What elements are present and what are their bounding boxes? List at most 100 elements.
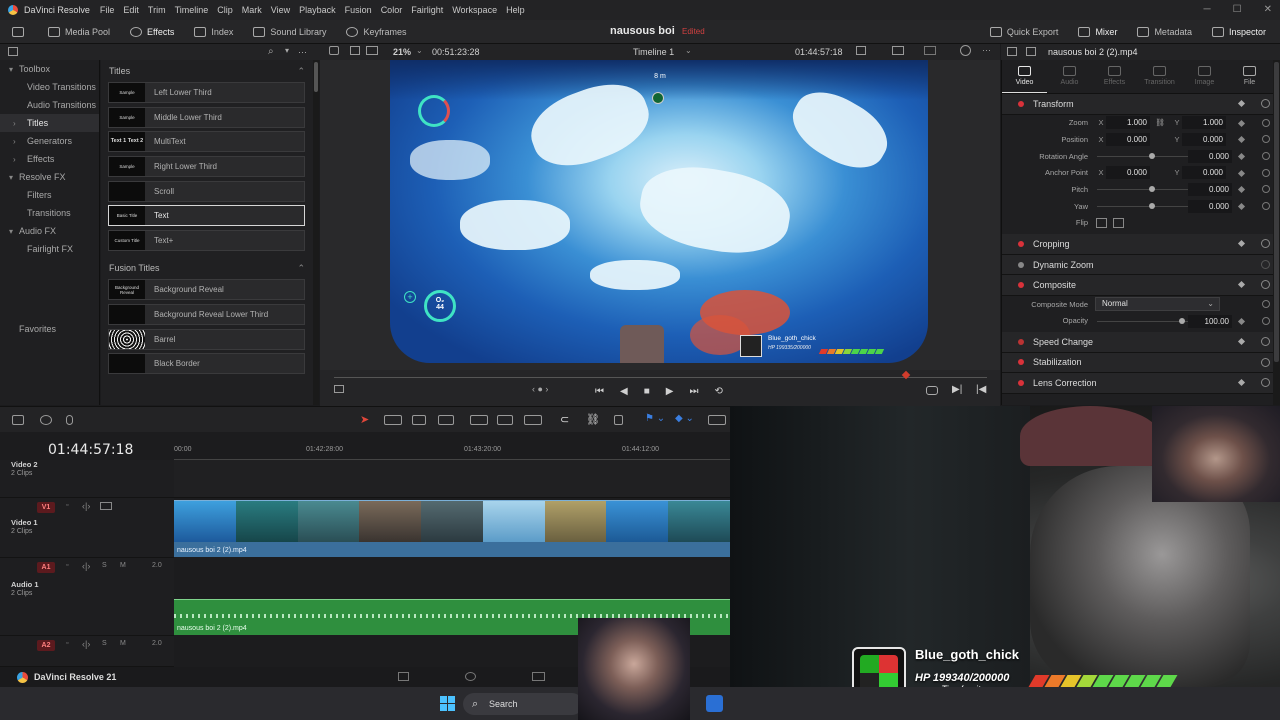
- auto-select-icon[interactable]: ‹|›: [82, 639, 90, 649]
- tab-effects[interactable]: Effects: [1092, 60, 1137, 93]
- reset-icon[interactable]: [1262, 201, 1270, 210]
- fx-item-right-lower-third[interactable]: Sample Right Lower Third: [108, 156, 305, 178]
- composite-section[interactable]: Composite: [1002, 275, 1280, 296]
- chevron-down-icon[interactable]: ⌄: [416, 46, 423, 55]
- menu-color[interactable]: Color: [381, 5, 403, 15]
- tree-item-filters[interactable]: Filters: [0, 186, 99, 204]
- taskbar-search[interactable]: ⌕ Search: [463, 693, 583, 715]
- reset-icon[interactable]: [1262, 299, 1270, 308]
- lens-correction-section[interactable]: Lens Correction: [1002, 373, 1280, 394]
- fx-item-barrel[interactable]: Barrel: [108, 328, 305, 350]
- search-icon[interactable]: ⌕: [268, 46, 274, 57]
- tab-image[interactable]: Image: [1182, 60, 1227, 93]
- keyframe-icon[interactable]: [1237, 186, 1246, 194]
- dynamic-zoom-section[interactable]: Dynamic Zoom: [1002, 254, 1280, 276]
- position-y-field[interactable]: 0.000: [1182, 133, 1226, 147]
- inspector-scrollbar[interactable]: [1273, 60, 1280, 405]
- tab-video[interactable]: Video: [1002, 60, 1047, 93]
- fusion-titles-section-header[interactable]: Fusion Titles ⌃: [101, 257, 313, 279]
- zoom-timeline-icon[interactable]: [708, 415, 726, 425]
- fx-item-text[interactable]: Basic Title Text: [108, 205, 305, 227]
- cropping-section[interactable]: Cropping: [1002, 234, 1280, 255]
- insert-clip-icon[interactable]: [470, 415, 488, 425]
- reset-icon[interactable]: [1261, 99, 1270, 108]
- track-lane-video-2[interactable]: [174, 460, 730, 498]
- fx-item-left-lower-third[interactable]: Sample Left Lower Third: [108, 82, 305, 103]
- flag-icon[interactable]: ⚑ ⌄: [645, 413, 665, 424]
- timeline-view-icon[interactable]: [12, 415, 24, 425]
- slider-knob[interactable]: [1179, 317, 1185, 324]
- tree-item-effects[interactable]: › Effects: [0, 150, 99, 168]
- reset-icon[interactable]: [1262, 151, 1270, 160]
- enable-toggle-icon[interactable]: [1018, 261, 1024, 268]
- solo-button[interactable]: S: [102, 562, 107, 569]
- zoom-x-field[interactable]: 1.000: [1106, 116, 1150, 130]
- track-level[interactable]: 2.0: [152, 562, 162, 569]
- tree-item-fairlight-fx[interactable]: Fairlight FX: [0, 240, 99, 258]
- keyframe-icon[interactable]: [1237, 240, 1246, 248]
- keyframe-icon[interactable]: [1237, 152, 1246, 160]
- tree-item-generators[interactable]: › Generators: [0, 132, 99, 150]
- tree-item-transitions[interactable]: Transitions: [0, 204, 99, 222]
- match-frame-icon[interactable]: [926, 386, 938, 395]
- tree-item-titles[interactable]: › Titles: [0, 114, 99, 132]
- reset-icon[interactable]: [1261, 259, 1270, 269]
- trim-tool-icon[interactable]: [384, 415, 402, 425]
- panel-toggle-button[interactable]: [0, 20, 38, 44]
- keyframes-button[interactable]: Keyframes: [336, 20, 416, 44]
- track-badge-a1[interactable]: A1: [37, 562, 55, 573]
- anchor-y-field[interactable]: 0.000: [1182, 166, 1226, 180]
- keyframe-icon[interactable]: [1237, 136, 1246, 144]
- transform-overlay-icon[interactable]: [924, 46, 936, 55]
- menu-view[interactable]: View: [271, 5, 290, 15]
- chevron-down-icon[interactable]: ▾: [285, 46, 289, 55]
- menu-edit[interactable]: Edit: [123, 5, 139, 15]
- tab-transition[interactable]: Transition: [1137, 60, 1182, 93]
- slider-knob[interactable]: [1149, 152, 1155, 159]
- lock-icon[interactable]: ▫: [66, 562, 68, 569]
- favorites-header[interactable]: Favorites: [19, 324, 56, 334]
- marker-icon[interactable]: [40, 415, 52, 425]
- keyframe-icon[interactable]: [1237, 379, 1246, 387]
- reset-icon[interactable]: [1262, 185, 1270, 194]
- menu-fairlight[interactable]: Fairlight: [411, 5, 443, 15]
- lock-icon[interactable]: ▫: [66, 502, 68, 509]
- replace-clip-icon[interactable]: [524, 415, 542, 425]
- tree-item-audio-fx[interactable]: ▾ Audio FX: [0, 222, 99, 240]
- auto-select-icon[interactable]: ‹|›: [82, 561, 90, 571]
- metadata-button[interactable]: Metadata: [1127, 20, 1202, 44]
- transform-section[interactable]: Transform: [1002, 94, 1280, 115]
- viewer-layout-icon[interactable]: [329, 46, 339, 55]
- menu-file[interactable]: File: [100, 5, 115, 15]
- loop-icon[interactable]: ⟲: [714, 386, 722, 397]
- opacity-field[interactable]: 100.00: [1188, 314, 1232, 328]
- dynamic-trim-icon[interactable]: [412, 415, 426, 425]
- reset-icon[interactable]: [1262, 168, 1270, 177]
- inspector-button[interactable]: Inspector: [1202, 20, 1280, 44]
- play-icon[interactable]: ▶: [666, 386, 674, 397]
- reset-icon[interactable]: [1261, 280, 1270, 290]
- blade-tool-icon[interactable]: [438, 415, 454, 425]
- tree-item-audio-transitions[interactable]: Audio Transitions: [0, 96, 99, 114]
- index-button[interactable]: Index: [184, 20, 243, 44]
- fx-item-black-border[interactable]: Black Border: [108, 353, 305, 375]
- menu-clip[interactable]: Clip: [217, 5, 233, 15]
- play-reverse-icon[interactable]: ◀: [620, 386, 628, 397]
- speed-change-section[interactable]: Speed Change: [1002, 332, 1280, 353]
- fx-toggle-icon[interactable]: [960, 45, 971, 56]
- windows-start-icon[interactable]: [440, 696, 455, 711]
- quick-export-button[interactable]: Quick Export: [980, 20, 1069, 44]
- stabilization-section[interactable]: Stabilization: [1002, 352, 1280, 374]
- enable-toggle-icon[interactable]: [1018, 100, 1024, 107]
- reset-icon[interactable]: [1262, 118, 1270, 127]
- menu-playback[interactable]: Playback: [299, 5, 336, 15]
- reset-icon[interactable]: [1262, 135, 1270, 144]
- jog-control-icon[interactable]: ‹ ● ›: [532, 384, 548, 394]
- viewer-grid-icon[interactable]: [366, 46, 378, 55]
- fx-item-middle-lower-third[interactable]: Sample Middle Lower Third: [108, 106, 305, 128]
- viewer-scrubber[interactable]: ‹ ● › ⏮ ◀ ■ ▶ ⏭ ⟲ ▶| |◀: [320, 370, 1000, 406]
- effects-button[interactable]: Effects: [120, 20, 184, 44]
- sidebar-toggle-icon[interactable]: [8, 47, 18, 56]
- selection-tool-icon[interactable]: ➤: [360, 413, 369, 426]
- enable-toggle-icon[interactable]: [1018, 359, 1024, 366]
